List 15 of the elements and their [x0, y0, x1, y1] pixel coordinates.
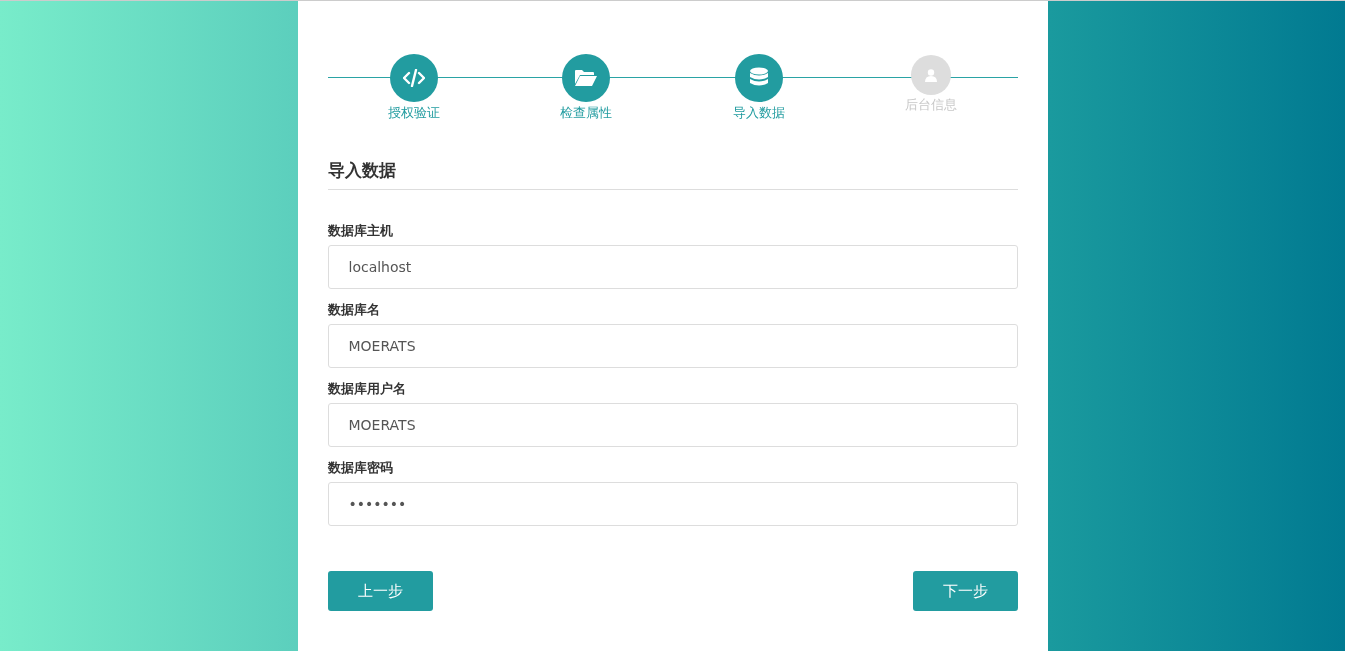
input-field[interactable]: MOERATS: [327, 403, 1018, 447]
step-label: 检查属性: [560, 104, 613, 122]
field-label: 数据库名: [327, 301, 381, 319]
code-icon: [402, 69, 425, 87]
folder-icon: [574, 69, 599, 87]
step-label: 授权验证: [387, 104, 440, 122]
step-label: 导入数据: [732, 104, 785, 122]
field-label: 数据库主机: [327, 222, 394, 240]
user-icon: [925, 68, 938, 82]
input-field[interactable]: •••••••: [327, 482, 1018, 526]
input-field[interactable]: localhost: [327, 245, 1018, 289]
input-field[interactable]: MOERATS: [327, 324, 1018, 368]
field-label: 数据库密码: [327, 459, 394, 477]
field-label: 数据库用户名: [327, 380, 407, 398]
section-title: 导入数据: [327, 159, 1018, 190]
